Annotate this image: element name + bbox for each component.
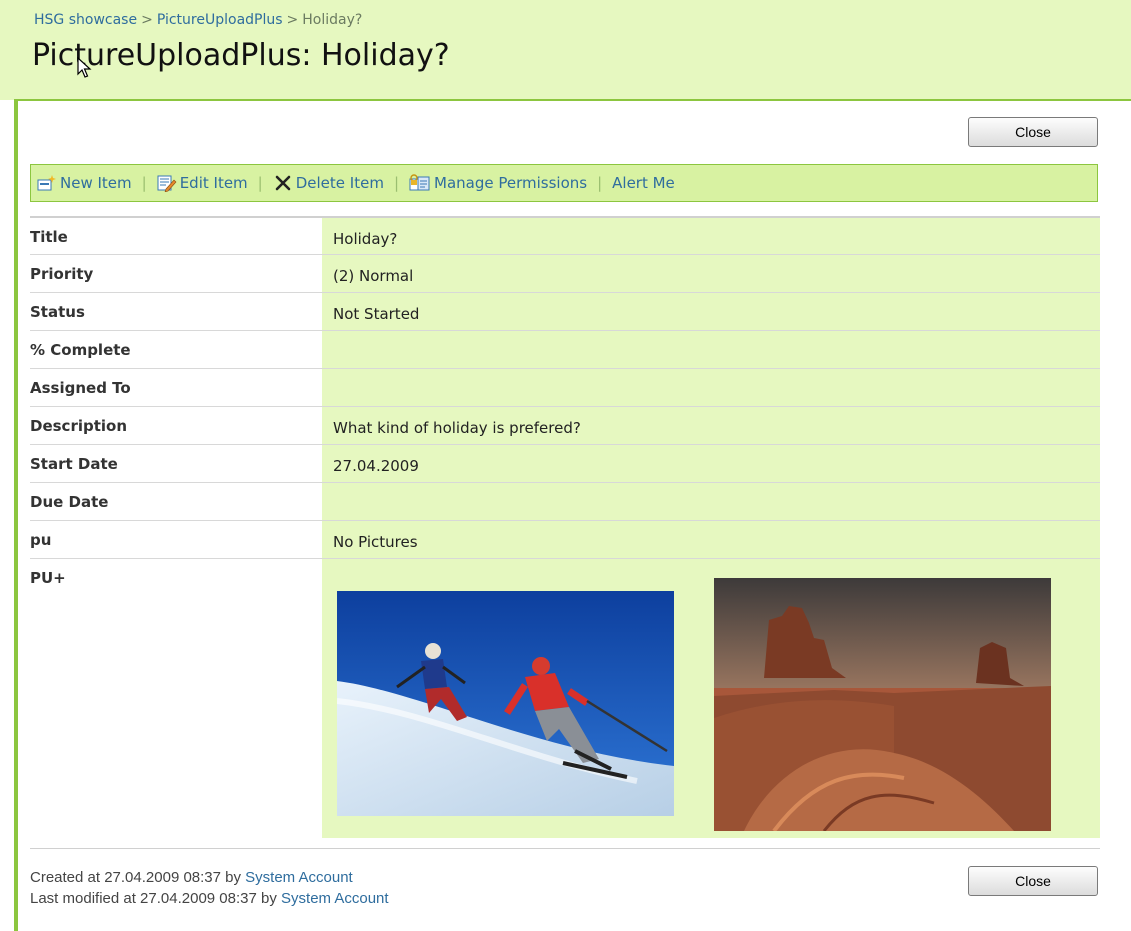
field-label: Description <box>30 417 128 435</box>
field-row-status: Status Not Started <box>30 292 1100 330</box>
modified-info: Last modified at 27.04.2009 08:37 by Sys… <box>30 888 389 909</box>
field-row-priority: Priority (2) Normal <box>30 254 1100 292</box>
created-info: Created at 27.04.2009 08:37 by System Ac… <box>30 867 389 888</box>
permissions-icon <box>409 174 430 191</box>
breadcrumb: HSG showcase > PictureUploadPlus > Holiday? <box>34 12 362 28</box>
field-row-start-date: Start Date 27.04.2009 <box>30 444 1100 482</box>
breadcrumb-link-root[interactable]: HSG showcase <box>34 12 137 28</box>
field-value <box>322 369 1100 406</box>
field-row-pu: pu No Pictures <box>30 520 1100 558</box>
field-label: Priority <box>30 265 94 283</box>
field-row-assigned-to: Assigned To <box>30 368 1100 406</box>
field-label: % Complete <box>30 341 131 359</box>
field-value: What kind of holiday is prefered? <box>322 407 1100 444</box>
breadcrumb-link-list[interactable]: PictureUploadPlus <box>157 12 283 28</box>
toolbar-separator: | <box>393 174 399 192</box>
field-row-description: Description What kind of holiday is pref… <box>30 406 1100 444</box>
close-button-bottom[interactable]: Close <box>968 866 1098 896</box>
close-button-top[interactable]: Close <box>968 117 1098 147</box>
field-value <box>322 331 1100 368</box>
toolbar-separator: | <box>141 174 147 192</box>
delete-item-label: Delete Item <box>295 174 384 192</box>
breadcrumb-current: Holiday? <box>302 12 363 28</box>
field-label: Due Date <box>30 493 109 511</box>
field-label: PU+ <box>30 569 66 587</box>
breadcrumb-separator: > <box>141 12 153 28</box>
field-label: Assigned To <box>30 379 131 397</box>
field-value <box>322 483 1100 520</box>
field-label: Title <box>30 228 68 246</box>
item-audit-info: Created at 27.04.2009 08:37 by System Ac… <box>30 867 389 909</box>
manage-permissions-label: Manage Permissions <box>434 174 588 192</box>
new-item-label: New Item <box>60 174 132 192</box>
edit-item-icon <box>157 175 177 192</box>
footer-divider <box>30 848 1100 849</box>
new-item-button[interactable]: New Item <box>37 174 132 192</box>
created-by-link[interactable]: System Account <box>245 869 353 886</box>
alert-me-label: Alert Me <box>612 174 675 192</box>
created-text: Created at 27.04.2009 08:37 by <box>30 869 246 886</box>
desert-picture[interactable] <box>714 578 1051 831</box>
field-value: Holiday? <box>322 218 1100 254</box>
skiing-picture[interactable] <box>337 591 674 816</box>
new-item-icon <box>37 175 56 191</box>
item-toolbar: New Item | Edit Item | Delete Item | Man… <box>30 164 1098 202</box>
alert-me-button[interactable]: Alert Me <box>612 174 675 192</box>
modified-by-link[interactable]: System Account <box>281 890 389 907</box>
field-row-due-date: Due Date <box>30 482 1100 520</box>
field-value: (2) Normal <box>322 255 1100 292</box>
field-value: 27.04.2009 <box>322 445 1100 482</box>
manage-permissions-button[interactable]: Manage Permissions <box>409 174 587 192</box>
field-row-percent-complete: % Complete <box>30 330 1100 368</box>
field-label: Status <box>30 303 85 321</box>
modified-text: Last modified at 27.04.2009 08:37 by <box>30 890 282 907</box>
delete-icon <box>275 175 291 191</box>
page-title: PictureUploadPlus: Holiday? <box>32 38 450 73</box>
toolbar-separator: | <box>597 174 603 192</box>
edit-item-label: Edit Item <box>179 174 248 192</box>
content-top-border <box>14 99 1131 101</box>
edit-item-button[interactable]: Edit Item <box>157 174 248 192</box>
mouse-pointer-icon <box>77 57 92 78</box>
content-left-border <box>14 100 18 931</box>
field-row-title: Title Holiday? <box>30 216 1100 254</box>
page-header: HSG showcase > PictureUploadPlus > Holiday? … <box>0 0 1131 100</box>
toolbar-separator: | <box>257 174 263 192</box>
breadcrumb-separator: > <box>286 12 299 28</box>
field-label: pu <box>30 531 52 549</box>
field-label: Start Date <box>30 455 118 473</box>
delete-item-button[interactable]: Delete Item <box>273 174 384 192</box>
field-value: No Pictures <box>322 521 1100 558</box>
field-value: Not Started <box>322 293 1100 330</box>
